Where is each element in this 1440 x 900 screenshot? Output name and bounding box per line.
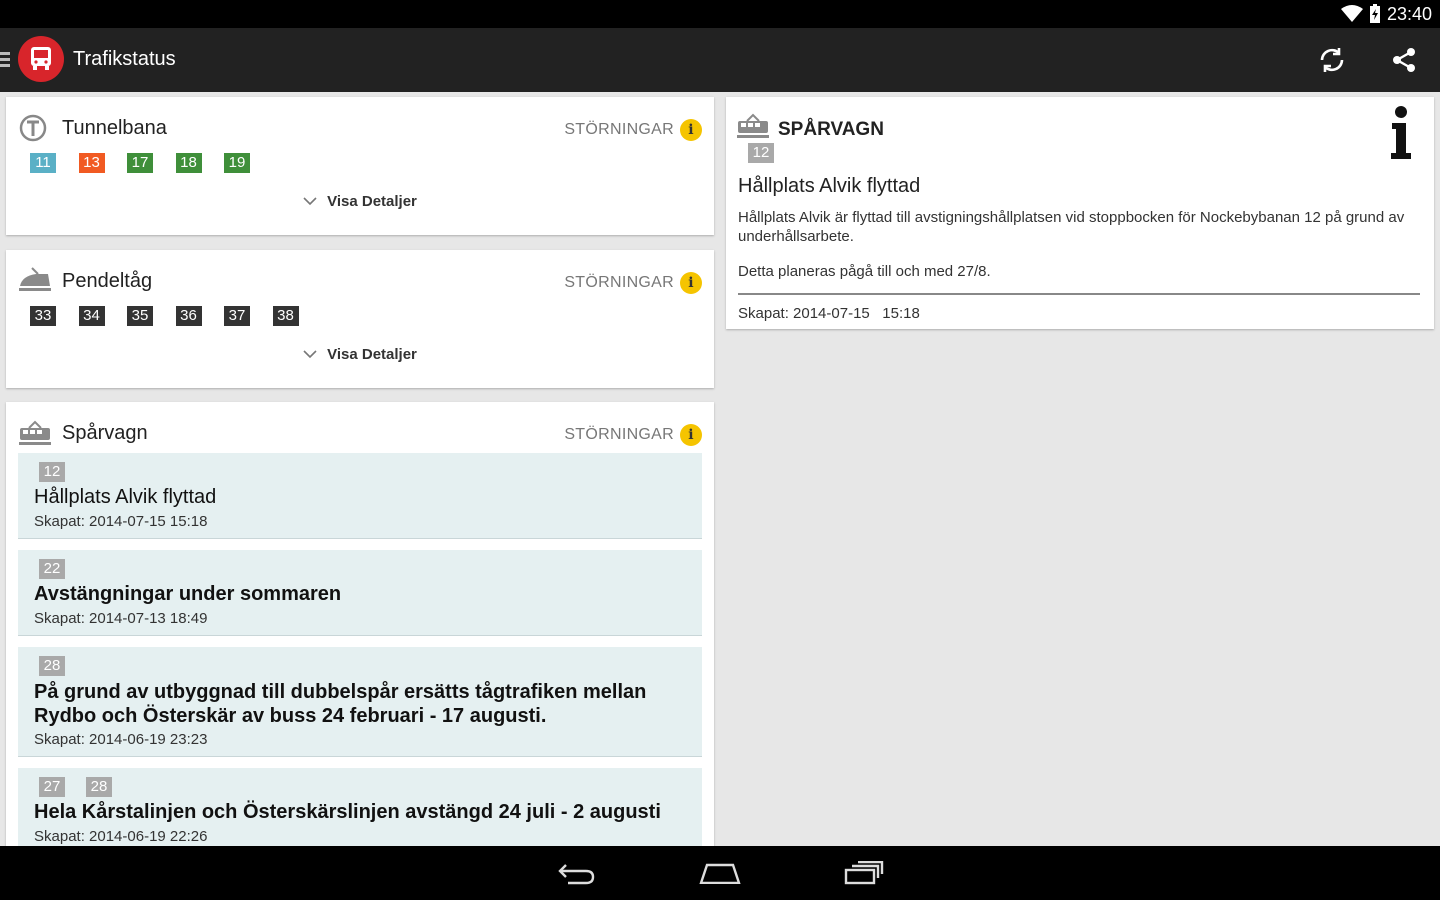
battery-icon	[1369, 4, 1381, 24]
item-created: Skapat: 2014-06-19 22:26	[34, 828, 208, 845]
line-badge: 12	[39, 462, 65, 482]
list-item[interactable]: 27 28 Hela Kårstalinjen och Österskärsli…	[18, 768, 702, 858]
line-badge[interactable]: 35	[127, 306, 153, 326]
commuter-train-icon	[18, 266, 51, 296]
line-badge[interactable]: 34	[78, 306, 105, 326]
line-badge[interactable]: 11	[30, 153, 56, 173]
disturbance-status[interactable]: STÖRNINGAR i	[564, 119, 702, 141]
share-icon[interactable]	[1386, 42, 1422, 78]
show-details-button[interactable]: Visa Detaljer	[6, 193, 714, 210]
detail-title: Hållplats Alvik flyttad	[738, 175, 921, 197]
refresh-icon[interactable]	[1314, 42, 1350, 78]
sparvagn-card: Spårvagn STÖRNINGAR i 12 Hållplats Alvik…	[6, 402, 714, 862]
action-bar: Trafikstatus	[0, 28, 1440, 92]
info-icon: i	[680, 424, 702, 446]
item-created: Skapat: 2014-07-13 18:49	[34, 610, 208, 627]
line-badge: 28	[39, 656, 65, 676]
item-title: På grund av utbyggnad till dubbelspår er…	[34, 681, 647, 727]
show-details-button[interactable]: Visa Detaljer	[6, 346, 714, 363]
disturbance-status[interactable]: STÖRNINGAR i	[564, 424, 702, 446]
tunnelbana-card: Tunnelbana STÖRNINGAR i 11 13 17 18 19 V…	[6, 97, 714, 235]
info-icon: i	[680, 272, 702, 294]
chevron-down-icon	[303, 193, 317, 210]
info-icon: i	[680, 119, 702, 141]
recent-apps-icon[interactable]	[834, 856, 894, 890]
line-badge[interactable]: 18	[175, 153, 202, 173]
item-created: Skapat: 2014-07-15 15:18	[34, 513, 208, 530]
card-title: Pendeltåg	[62, 270, 153, 292]
app-title: Trafikstatus	[73, 48, 176, 70]
detail-created: Skapat: 2014-07-15 15:18	[738, 305, 920, 322]
detail-type: SPÅRVAGN	[778, 119, 884, 140]
line-badge[interactable]: 38	[272, 306, 299, 326]
line-badge[interactable]: 19	[224, 153, 250, 173]
item-created: Skapat: 2014-06-19 23:23	[34, 731, 208, 748]
line-badge: 27	[39, 777, 65, 797]
pendeltag-card: Pendeltåg STÖRNINGAR i 33 34 35 36 37 38…	[6, 250, 714, 388]
tram-icon	[18, 418, 51, 448]
detail-body-note: Detta planeras pågå till och med 27/8.	[738, 263, 991, 280]
list-item[interactable]: 12 Hållplats Alvik flyttad Skapat: 2014-…	[18, 453, 702, 539]
metro-icon	[18, 113, 50, 143]
status-bar: 23:40	[0, 0, 1440, 28]
app-logo-bus-icon[interactable]	[18, 36, 64, 82]
navigation-bar	[0, 846, 1440, 900]
info-icon	[1386, 105, 1416, 161]
tram-icon	[736, 111, 769, 141]
item-title: Hållplats Alvik flyttad	[34, 486, 217, 508]
line-badge: 12	[748, 143, 774, 163]
line-list: 33 34 35 36 37 38	[30, 306, 321, 326]
clock: 23:40	[1386, 3, 1432, 24]
item-title: Avstängningar under sommaren	[34, 583, 342, 605]
line-badge: 28	[86, 777, 112, 797]
line-badge[interactable]: 17	[127, 153, 153, 173]
detail-body: Hållplats Alvik är flyttad till avstigni…	[738, 209, 1405, 245]
line-badge[interactable]: 36	[175, 306, 202, 326]
home-icon[interactable]	[690, 856, 750, 890]
divider	[738, 293, 1420, 295]
card-title: Spårvagn	[62, 422, 148, 444]
item-title: Hela Kårstalinjen och Österskärslinjen a…	[34, 801, 661, 823]
line-badge[interactable]: 33	[30, 306, 56, 326]
drawer-indicator-icon[interactable]	[0, 52, 10, 68]
card-title: Tunnelbana	[62, 117, 167, 139]
list-item[interactable]: 28 På grund av utbyggnad till dubbelspår…	[18, 647, 702, 757]
back-icon[interactable]	[546, 856, 606, 890]
disturbance-status[interactable]: STÖRNINGAR i	[564, 272, 702, 294]
chevron-down-icon	[303, 346, 317, 363]
line-badge: 22	[39, 559, 65, 579]
wifi-icon	[1340, 5, 1363, 23]
detail-panel: SPÅRVAGN 12 Hållplats Alvik flyttad Håll…	[726, 97, 1434, 329]
list-item[interactable]: 22 Avstängningar under sommaren Skapat: …	[18, 550, 702, 636]
line-list: 11 13 17 18 19	[30, 153, 273, 173]
line-badge[interactable]: 37	[224, 306, 250, 326]
line-badge[interactable]: 13	[78, 153, 105, 173]
